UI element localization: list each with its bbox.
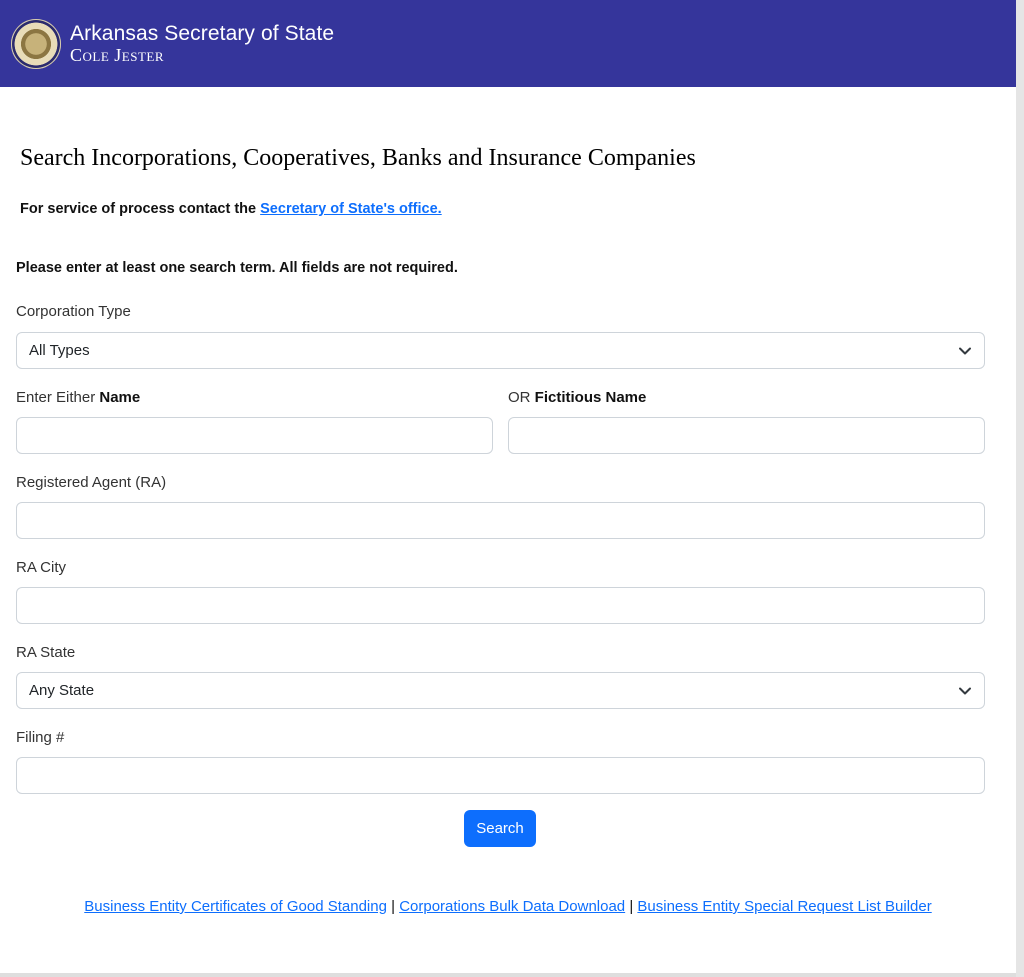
special-request-list-builder-link[interactable]: Business Entity Special Request List Bui… <box>637 898 931 915</box>
service-notice: For service of process contact the Secre… <box>20 201 442 217</box>
chevron-down-icon <box>958 344 972 358</box>
bulk-data-download-link[interactable]: Corporations Bulk Data Download <box>399 898 625 915</box>
search-instruction: Please enter at least one search term. A… <box>16 260 458 276</box>
name-label-bold: Name <box>99 389 141 406</box>
ra-city-input[interactable] <box>16 587 985 624</box>
fictitious-name-label: OR Fictitious Name <box>508 389 646 406</box>
ra-state-value: Any State <box>29 682 95 699</box>
footer-separator: | <box>391 898 396 915</box>
secretary-office-link[interactable]: Secretary of State's office. <box>260 201 442 217</box>
brand[interactable]: Arkansas Secretary of State Cole Jester <box>70 23 334 64</box>
fictitious-label-prefix: OR <box>508 389 535 406</box>
fictitious-name-input[interactable] <box>508 417 985 454</box>
name-input[interactable] <box>16 417 493 454</box>
name-label-prefix: Enter Either <box>16 389 100 406</box>
ra-state-label: RA State <box>16 644 76 661</box>
site-header: Arkansas Secretary of State Cole Jester <box>0 0 1016 87</box>
footer-separator: | <box>629 898 634 915</box>
search-button[interactable]: Search <box>464 810 536 847</box>
corporation-type-label: Corporation Type <box>16 303 131 320</box>
bottom-edge <box>0 973 1016 977</box>
footer-links: Business Entity Certificates of Good Sta… <box>0 898 1016 915</box>
brand-title: Arkansas Secretary of State <box>70 22 335 45</box>
state-seal-icon[interactable] <box>11 18 61 69</box>
service-text: For service of process contact the <box>20 201 261 217</box>
certificates-good-standing-link[interactable]: Business Entity Certificates of Good Sta… <box>84 898 387 915</box>
corporation-type-select[interactable]: All Types <box>16 332 985 369</box>
ra-state-select[interactable]: Any State <box>16 672 985 709</box>
registered-agent-label: Registered Agent (RA) <box>16 474 167 491</box>
name-label: Enter Either Name <box>16 389 140 406</box>
fictitious-label-bold: Fictitious Name <box>534 389 647 406</box>
scrollbar[interactable] <box>1016 0 1024 977</box>
brand-name: Cole Jester <box>70 45 165 65</box>
page-title: Search Incorporations, Cooperatives, Ban… <box>20 145 696 171</box>
filing-number-label: Filing # <box>16 729 65 746</box>
filing-number-input[interactable] <box>16 757 985 794</box>
registered-agent-input[interactable] <box>16 502 985 539</box>
ra-city-label: RA City <box>16 559 67 576</box>
corporation-type-value: All Types <box>29 342 90 359</box>
chevron-down-icon <box>958 684 972 698</box>
